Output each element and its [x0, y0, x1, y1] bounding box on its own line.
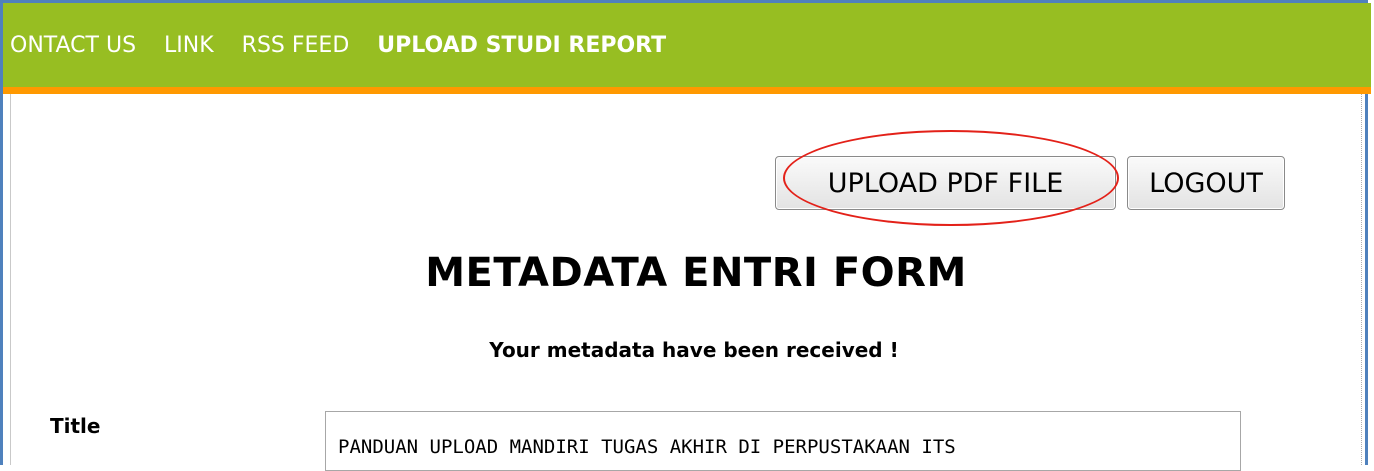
nav-contact-us[interactable]: ONTACT US	[10, 33, 136, 58]
top-navbar: ONTACT US LINK RSS FEED UPLOAD STUDI REP…	[3, 3, 1371, 87]
nav-upload-studi-report[interactable]: UPLOAD STUDI REPORT	[377, 33, 666, 58]
logout-button[interactable]: LOGOUT	[1127, 156, 1285, 210]
title-field-label: Title	[50, 414, 101, 438]
nav-link[interactable]: LINK	[164, 33, 214, 58]
status-message: Your metadata have been received !	[489, 338, 899, 362]
title-input[interactable]	[325, 411, 1241, 471]
upload-pdf-button[interactable]: UPLOAD PDF FILE	[775, 156, 1116, 210]
nav-accent-rule	[3, 87, 1371, 94]
form-title: METADATA ENTRI FORM	[425, 250, 967, 296]
nav-rss-feed[interactable]: RSS FEED	[242, 33, 350, 58]
